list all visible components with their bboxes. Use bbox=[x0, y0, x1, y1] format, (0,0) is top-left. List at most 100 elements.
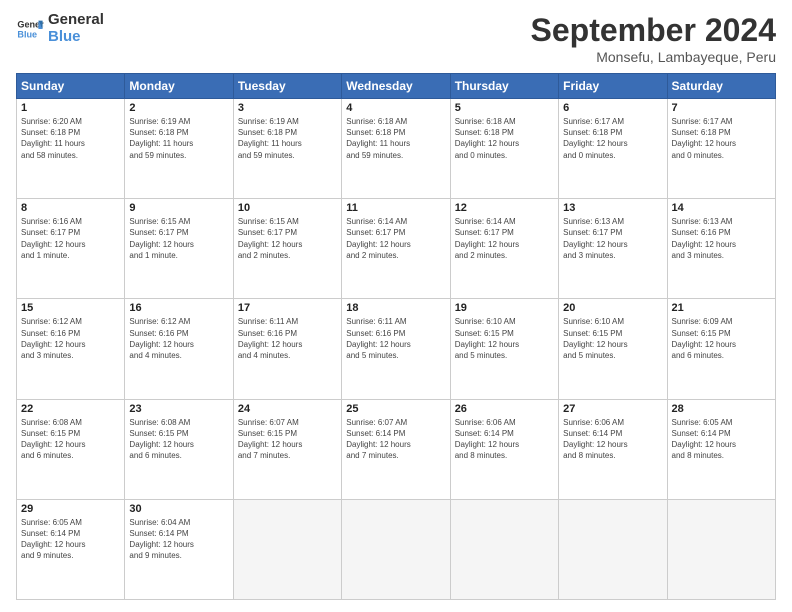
day-info: Sunrise: 6:10 AM Sunset: 6:15 PM Dayligh… bbox=[455, 316, 554, 361]
calendar-cell: 10Sunrise: 6:15 AM Sunset: 6:17 PM Dayli… bbox=[233, 199, 341, 299]
day-info: Sunrise: 6:12 AM Sunset: 6:16 PM Dayligh… bbox=[21, 316, 120, 361]
calendar-cell: 19 Sunrise: 6:10 AM Sunset: 6:15 PM Dayli… bbox=[450, 299, 558, 399]
calendar-cell: 20Sunrise: 6:10 AM Sunset: 6:15 PM Dayli… bbox=[559, 299, 667, 399]
calendar-cell: 5Sunrise: 6:18 AM Sunset: 6:18 PM Daylig… bbox=[450, 99, 558, 199]
calendar-cell: 22 Sunrise: 6:08 AM Sunset: 6:15 PM Dayli… bbox=[17, 399, 125, 499]
calendar-cell bbox=[667, 499, 775, 599]
calendar-cell: 23 Sunrise: 6:08 AM Sunset: 6:15 PM Dayli… bbox=[125, 399, 233, 499]
day-number: 2 bbox=[129, 102, 228, 114]
day-number: 17 bbox=[238, 302, 337, 314]
calendar-cell bbox=[559, 499, 667, 599]
calendar-cell: 9Sunrise: 6:15 AM Sunset: 6:17 PM Daylig… bbox=[125, 199, 233, 299]
calendar-table: Sunday Monday Tuesday Wednesday Thursday… bbox=[16, 73, 776, 600]
day-info: Sunrise: 6:13 AM Sunset: 6:17 PM Dayligh… bbox=[563, 216, 662, 261]
logo: General Blue General Blue bbox=[16, 12, 104, 45]
week-row-1: 1 Sunrise: 6:20 AM Sunset: 6:18 PM Daylig… bbox=[17, 99, 776, 199]
calendar-cell: 16Sunrise: 6:12 AM Sunset: 6:16 PM Dayli… bbox=[125, 299, 233, 399]
location: Monsefu, Lambayeque, Peru bbox=[531, 49, 776, 65]
calendar-cell: 2 Sunrise: 6:19 AM Sunset: 6:18 PM Daylig… bbox=[125, 99, 233, 199]
title-block: September 2024 Monsefu, Lambayeque, Peru bbox=[531, 12, 776, 65]
day-number: 11 bbox=[346, 202, 445, 214]
day-info: Sunrise: 6:06 AM Sunset: 6:14 PM Dayligh… bbox=[455, 417, 554, 462]
day-number: 27 bbox=[563, 403, 662, 415]
header: General Blue General Blue September 2024… bbox=[16, 12, 776, 65]
header-tuesday: Tuesday bbox=[233, 74, 341, 99]
day-number: 30 bbox=[129, 503, 228, 515]
day-number: 16 bbox=[129, 302, 228, 314]
calendar-cell: 3 Sunrise: 6:19 AM Sunset: 6:18 PM Daylig… bbox=[233, 99, 341, 199]
day-info: Sunrise: 6:14 AM Sunset: 6:17 PM Dayligh… bbox=[346, 216, 445, 261]
header-thursday: Thursday bbox=[450, 74, 558, 99]
logo-general: General bbox=[48, 12, 104, 29]
day-info: Sunrise: 6:09 AM Sunset: 6:15 PM Dayligh… bbox=[672, 316, 771, 361]
header-wednesday: Wednesday bbox=[342, 74, 450, 99]
calendar-cell bbox=[233, 499, 341, 599]
day-number: 8 bbox=[21, 202, 120, 214]
calendar-cell: 21 Sunrise: 6:09 AM Sunset: 6:15 PM Dayli… bbox=[667, 299, 775, 399]
calendar-cell: 12 Sunrise: 6:14 AM Sunset: 6:17 PM Dayli… bbox=[450, 199, 558, 299]
day-number: 23 bbox=[129, 403, 228, 415]
calendar-cell: 6 Sunrise: 6:17 AM Sunset: 6:18 PM Daylig… bbox=[559, 99, 667, 199]
day-info: Sunrise: 6:15 AM Sunset: 6:17 PM Dayligh… bbox=[129, 216, 228, 261]
day-number: 5 bbox=[455, 102, 554, 114]
month-title: September 2024 bbox=[531, 12, 776, 49]
day-number: 21 bbox=[672, 302, 771, 314]
day-number: 14 bbox=[672, 202, 771, 214]
calendar-cell: 24Sunrise: 6:07 AM Sunset: 6:15 PM Dayli… bbox=[233, 399, 341, 499]
calendar-cell: 11 Sunrise: 6:14 AM Sunset: 6:17 PM Dayli… bbox=[342, 199, 450, 299]
week-row-3: 15Sunrise: 6:12 AM Sunset: 6:16 PM Dayli… bbox=[17, 299, 776, 399]
logo-blue: Blue bbox=[48, 29, 104, 46]
svg-text:Blue: Blue bbox=[17, 29, 37, 39]
header-saturday: Saturday bbox=[667, 74, 775, 99]
day-info: Sunrise: 6:05 AM Sunset: 6:14 PM Dayligh… bbox=[672, 417, 771, 462]
day-info: Sunrise: 6:11 AM Sunset: 6:16 PM Dayligh… bbox=[346, 316, 445, 361]
calendar-cell: 30 Sunrise: 6:04 AM Sunset: 6:14 PM Dayli… bbox=[125, 499, 233, 599]
day-info: Sunrise: 6:14 AM Sunset: 6:17 PM Dayligh… bbox=[455, 216, 554, 261]
day-info: Sunrise: 6:16 AM Sunset: 6:17 PM Dayligh… bbox=[21, 216, 120, 261]
day-number: 7 bbox=[672, 102, 771, 114]
day-info: Sunrise: 6:19 AM Sunset: 6:18 PM Dayligh… bbox=[238, 116, 337, 161]
day-info: Sunrise: 6:11 AM Sunset: 6:16 PM Dayligh… bbox=[238, 316, 337, 361]
calendar-cell: 17 Sunrise: 6:11 AM Sunset: 6:16 PM Dayli… bbox=[233, 299, 341, 399]
day-info: Sunrise: 6:08 AM Sunset: 6:15 PM Dayligh… bbox=[21, 417, 120, 462]
day-info: Sunrise: 6:19 AM Sunset: 6:18 PM Dayligh… bbox=[129, 116, 228, 161]
header-monday: Monday bbox=[125, 74, 233, 99]
day-number: 3 bbox=[238, 102, 337, 114]
day-number: 28 bbox=[672, 403, 771, 415]
day-info: Sunrise: 6:04 AM Sunset: 6:14 PM Dayligh… bbox=[129, 517, 228, 562]
day-info: Sunrise: 6:20 AM Sunset: 6:18 PM Dayligh… bbox=[21, 116, 120, 161]
day-number: 26 bbox=[455, 403, 554, 415]
day-number: 6 bbox=[563, 102, 662, 114]
calendar-cell: 7 Sunrise: 6:17 AM Sunset: 6:18 PM Daylig… bbox=[667, 99, 775, 199]
day-info: Sunrise: 6:08 AM Sunset: 6:15 PM Dayligh… bbox=[129, 417, 228, 462]
day-number: 22 bbox=[21, 403, 120, 415]
day-info: Sunrise: 6:13 AM Sunset: 6:16 PM Dayligh… bbox=[672, 216, 771, 261]
day-number: 4 bbox=[346, 102, 445, 114]
day-info: Sunrise: 6:05 AM Sunset: 6:14 PM Dayligh… bbox=[21, 517, 120, 562]
week-row-4: 22 Sunrise: 6:08 AM Sunset: 6:15 PM Dayli… bbox=[17, 399, 776, 499]
day-number: 12 bbox=[455, 202, 554, 214]
day-number: 18 bbox=[346, 302, 445, 314]
calendar-cell: 28 Sunrise: 6:05 AM Sunset: 6:14 PM Dayli… bbox=[667, 399, 775, 499]
day-number: 1 bbox=[21, 102, 120, 114]
day-info: Sunrise: 6:17 AM Sunset: 6:18 PM Dayligh… bbox=[563, 116, 662, 161]
day-info: Sunrise: 6:07 AM Sunset: 6:15 PM Dayligh… bbox=[238, 417, 337, 462]
calendar-cell: 26 Sunrise: 6:06 AM Sunset: 6:14 PM Dayli… bbox=[450, 399, 558, 499]
calendar-cell: 15Sunrise: 6:12 AM Sunset: 6:16 PM Dayli… bbox=[17, 299, 125, 399]
calendar-cell bbox=[342, 499, 450, 599]
calendar-cell: 8 Sunrise: 6:16 AM Sunset: 6:17 PM Daylig… bbox=[17, 199, 125, 299]
calendar-header-row: Sunday Monday Tuesday Wednesday Thursday… bbox=[17, 74, 776, 99]
logo-icon: General Blue bbox=[16, 15, 44, 43]
calendar-cell: 18 Sunrise: 6:11 AM Sunset: 6:16 PM Dayli… bbox=[342, 299, 450, 399]
week-row-5: 29Sunrise: 6:05 AM Sunset: 6:14 PM Dayli… bbox=[17, 499, 776, 599]
calendar-cell: 25Sunrise: 6:07 AM Sunset: 6:14 PM Dayli… bbox=[342, 399, 450, 499]
calendar-cell: 1 Sunrise: 6:20 AM Sunset: 6:18 PM Daylig… bbox=[17, 99, 125, 199]
page: General Blue General Blue September 2024… bbox=[0, 0, 792, 612]
calendar-cell bbox=[450, 499, 558, 599]
day-info: Sunrise: 6:07 AM Sunset: 6:14 PM Dayligh… bbox=[346, 417, 445, 462]
day-number: 19 bbox=[455, 302, 554, 314]
day-info: Sunrise: 6:17 AM Sunset: 6:18 PM Dayligh… bbox=[672, 116, 771, 161]
calendar-cell: 27Sunrise: 6:06 AM Sunset: 6:14 PM Dayli… bbox=[559, 399, 667, 499]
day-info: Sunrise: 6:15 AM Sunset: 6:17 PM Dayligh… bbox=[238, 216, 337, 261]
calendar-cell: 4Sunrise: 6:18 AM Sunset: 6:18 PM Daylig… bbox=[342, 99, 450, 199]
